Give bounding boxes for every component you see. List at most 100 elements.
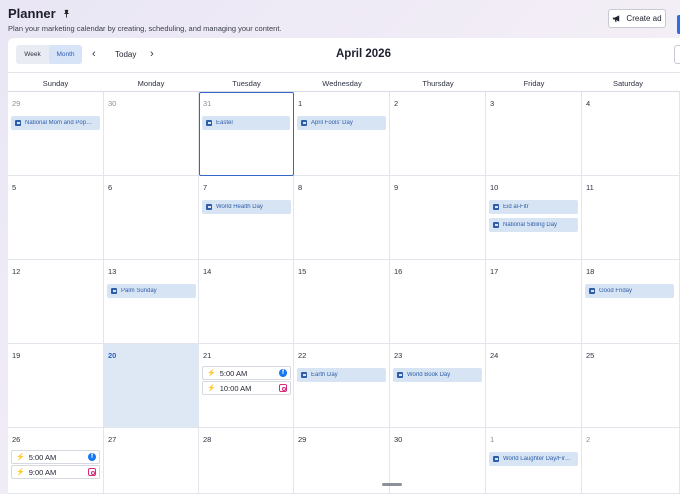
day-cell[interactable]: 29 National Mom and Pop…	[8, 92, 104, 176]
day-cell[interactable]: 11	[582, 176, 680, 260]
event-label: Eid al-Fitr	[503, 204, 529, 210]
page-title: Planner	[8, 6, 56, 21]
event-label: April Fools' Day	[311, 120, 353, 126]
day-cell[interactable]: 9	[390, 176, 486, 260]
create-ad-label: Create ad	[626, 14, 662, 23]
date-number: 5	[12, 183, 17, 192]
day-cell[interactable]: 17	[486, 260, 582, 344]
day-cell[interactable]: 30	[390, 428, 486, 494]
date-number: 2	[586, 435, 591, 444]
instagram-icon	[88, 468, 96, 476]
day-cell[interactable]: 28	[199, 428, 294, 494]
day-cell[interactable]: 4	[582, 92, 680, 176]
today-button[interactable]: Today	[115, 50, 136, 59]
day-cell[interactable]: 12	[8, 260, 104, 344]
day-cell[interactable]: 21 ⚡ 5:00 AM f ⚡ 10:00 AM	[199, 344, 294, 428]
day-cell[interactable]: 14	[199, 260, 294, 344]
instagram-icon	[279, 384, 287, 392]
day-cell-today[interactable]: 20	[104, 344, 199, 428]
day-cell[interactable]: 3	[486, 92, 582, 176]
event-chip[interactable]: Earth Day	[297, 368, 386, 382]
day-cell-selected[interactable]: 31 Easter	[199, 92, 294, 176]
view-switcher: Week Month	[16, 45, 82, 64]
calendar-icon	[493, 456, 499, 462]
day-cell[interactable]: 24	[486, 344, 582, 428]
date-number: 15	[298, 267, 307, 276]
day-cell[interactable]: 30	[104, 92, 199, 176]
date-number: 1	[298, 99, 303, 108]
date-number: 25	[586, 351, 595, 360]
calendar-icon	[111, 288, 117, 294]
date-number: 27	[108, 435, 117, 444]
event-chip[interactable]: World Health Day	[202, 200, 291, 214]
event-chip[interactable]: World Book Day	[393, 368, 482, 382]
calendar-icon	[206, 204, 212, 210]
day-cell[interactable]: 10 Eid al-Fitr National Sibling Day	[486, 176, 582, 260]
calendar-toolbar: Week Month ‹ Today › April 2026	[8, 38, 680, 72]
date-number: 8	[298, 183, 303, 192]
post-time: 9:00 AM	[28, 467, 57, 477]
event-chip[interactable]: Easter	[202, 116, 290, 130]
calendar-icon	[493, 222, 499, 228]
day-cell[interactable]: 16	[390, 260, 486, 344]
date-number: 7	[203, 183, 208, 192]
day-cell[interactable]: 27	[104, 428, 199, 494]
date-number: 10	[490, 183, 499, 192]
event-label: World Laughter Day/Fir…	[503, 456, 571, 462]
day-cell[interactable]: 26 ⚡ 5:00 AM f ⚡ 9:00 AM	[8, 428, 104, 494]
weekday-label: Wednesday	[322, 78, 362, 88]
day-cell[interactable]: 25	[582, 344, 680, 428]
day-cell[interactable]: 19	[8, 344, 104, 428]
day-cell[interactable]: 2	[582, 428, 680, 494]
event-label: National Sibling Day	[503, 222, 558, 228]
day-cell[interactable]: 29	[294, 428, 390, 494]
day-cell[interactable]: 18 Good Friday	[582, 260, 680, 344]
date-number: 29	[298, 435, 307, 444]
day-cell[interactable]: 15	[294, 260, 390, 344]
day-cell[interactable]: 23 World Book Day	[390, 344, 486, 428]
calendar-icon	[301, 372, 307, 378]
create-ad-button[interactable]: Create ad	[608, 9, 666, 28]
day-cell[interactable]: 8	[294, 176, 390, 260]
date-number: 4	[586, 99, 591, 108]
date-number: 29	[12, 99, 21, 108]
date-number: 11	[586, 183, 594, 192]
scheduled-post[interactable]: ⚡ 9:00 AM	[11, 465, 100, 479]
event-chip[interactable]: World Laughter Day/Fir…	[489, 452, 578, 466]
event-label: Good Friday	[599, 288, 633, 294]
event-chip[interactable]: Good Friday	[585, 284, 674, 298]
event-chip[interactable]: National Sibling Day	[489, 218, 578, 232]
day-cell[interactable]: 6	[104, 176, 199, 260]
chevron-right-icon[interactable]: ›	[150, 48, 154, 60]
event-chip[interactable]: Eid al-Fitr	[489, 200, 578, 214]
scheduled-post[interactable]: ⚡ 5:00 AM f	[202, 366, 291, 380]
month-grid: 29 National Mom and Pop… 30 31 Easter 1 …	[8, 92, 680, 494]
calendar-icon	[301, 120, 307, 126]
date-number: 22	[298, 351, 307, 360]
scheduled-post[interactable]: ⚡ 10:00 AM	[202, 381, 291, 395]
day-cell[interactable]: 13 Palm Sunday	[104, 260, 199, 344]
scroll-handle[interactable]	[382, 483, 402, 486]
chevron-left-icon[interactable]: ‹	[92, 48, 96, 60]
scheduled-post[interactable]: ⚡ 5:00 AM f	[11, 450, 100, 464]
day-cell[interactable]: 1 World Laughter Day/Fir…	[486, 428, 582, 494]
toolbar-right-control[interactable]	[674, 45, 680, 64]
calendar-icon	[397, 372, 403, 378]
event-chip[interactable]: Palm Sunday	[107, 284, 196, 298]
day-cell[interactable]: 1 April Fools' Day	[294, 92, 390, 176]
event-chip[interactable]: National Mom and Pop…	[11, 116, 100, 130]
day-cell[interactable]: 5	[8, 176, 104, 260]
date-number: 28	[203, 435, 212, 444]
pin-icon[interactable]	[62, 9, 71, 18]
tab-week[interactable]: Week	[16, 45, 49, 64]
post-time: 10:00 AM	[219, 383, 252, 393]
event-chip[interactable]: April Fools' Day	[297, 116, 386, 130]
date-number: 26	[12, 435, 21, 444]
date-number: 24	[490, 351, 499, 360]
day-cell[interactable]: 7 World Health Day	[199, 176, 294, 260]
day-cell[interactable]: 2	[390, 92, 486, 176]
tab-month[interactable]: Month	[49, 45, 82, 64]
page-header: Planner Plan your marketing calendar by …	[8, 6, 680, 36]
event-label: World Book Day	[407, 372, 451, 378]
day-cell[interactable]: 22 Earth Day	[294, 344, 390, 428]
